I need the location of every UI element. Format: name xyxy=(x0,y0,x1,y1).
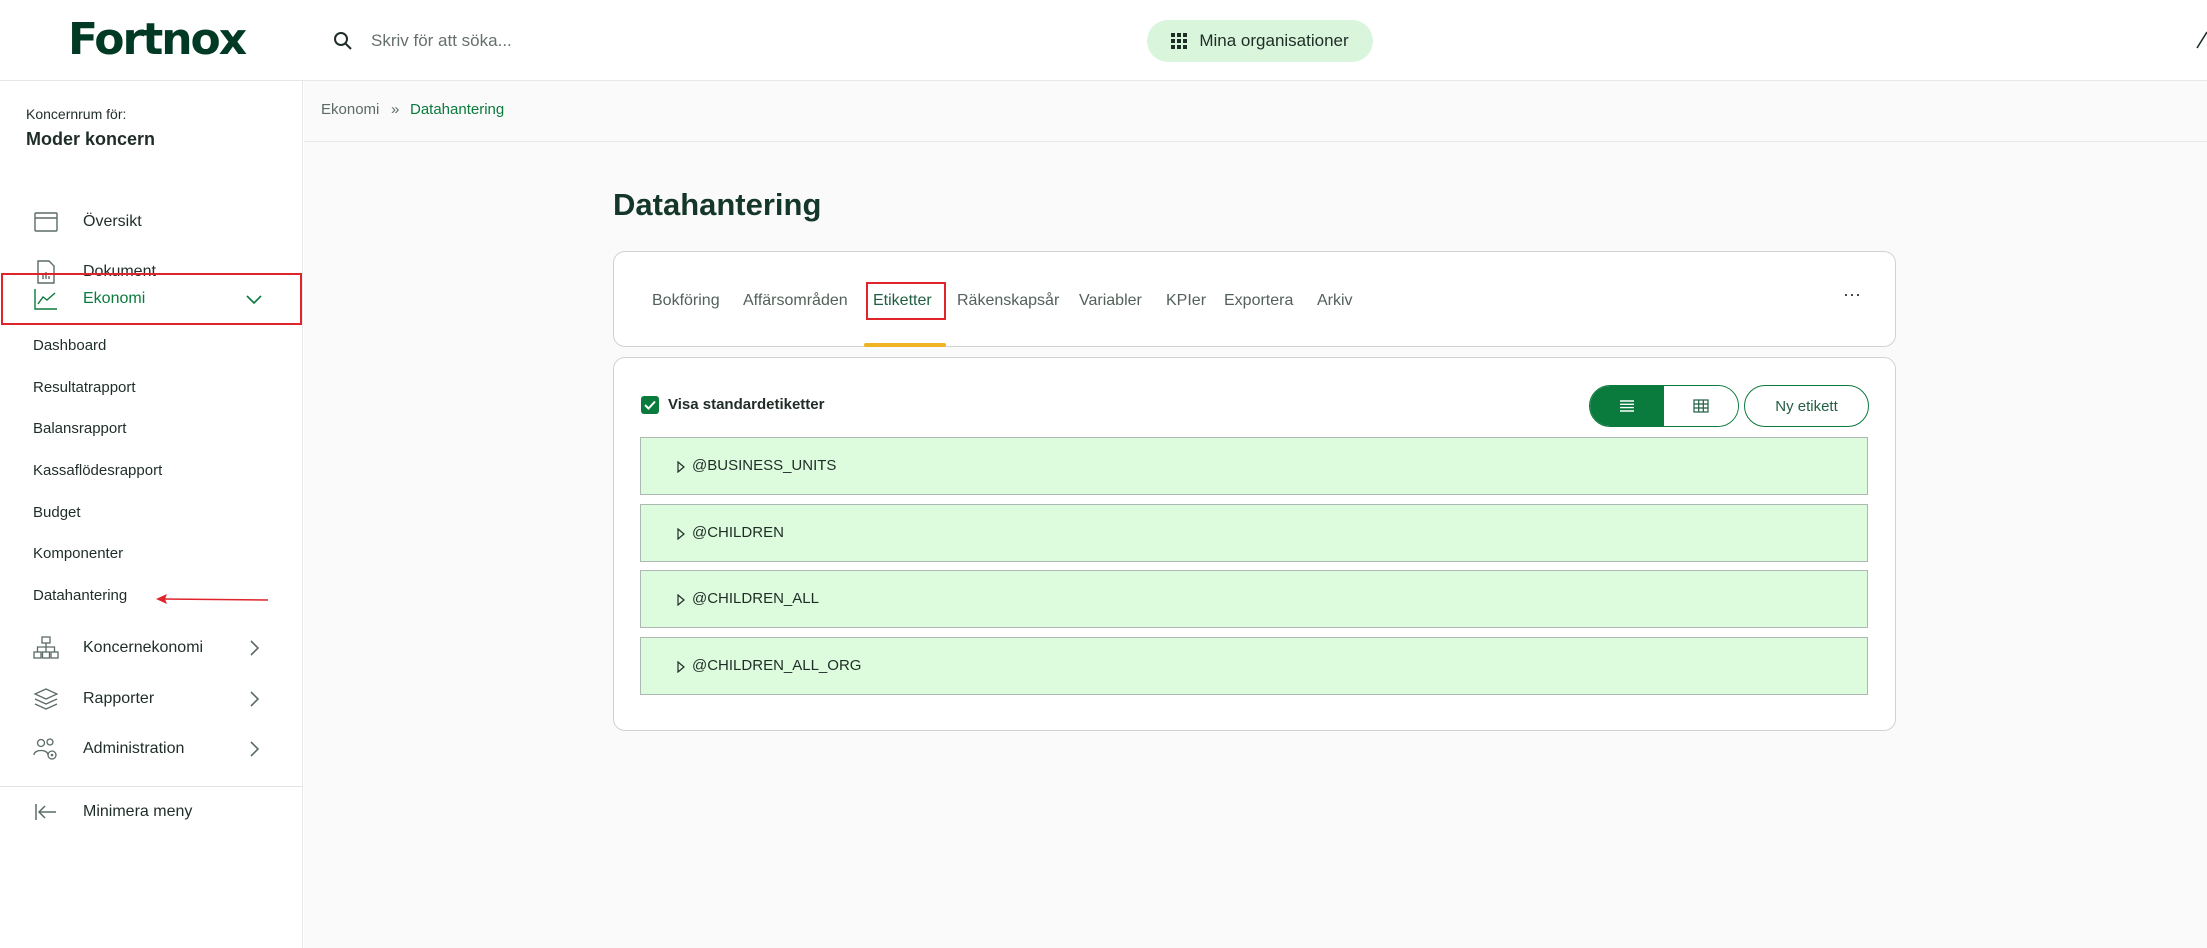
tab-exportera[interactable]: Exportera xyxy=(1224,292,1293,310)
sidebar-item-label: Koncernekonomi xyxy=(83,639,204,656)
tabs-card: Bokföring Affärsområden Etiketter Räkens… xyxy=(613,251,1896,347)
table-view-button[interactable] xyxy=(1664,386,1738,426)
tab-rakenskapsar[interactable]: Räkenskapsår xyxy=(957,292,1059,310)
sidebar-subitem-budget[interactable]: Budget xyxy=(33,504,81,521)
active-tab-indicator xyxy=(864,343,946,347)
search-icon xyxy=(334,32,352,50)
tab-variabler[interactable]: Variabler xyxy=(1079,292,1142,310)
sidebar-item-label: Ekonomi xyxy=(83,290,146,307)
breadcrumb: Ekonomi » Datahantering xyxy=(304,81,2207,142)
sidebar-item-label: Administration xyxy=(83,740,185,757)
layers-icon xyxy=(33,686,59,712)
sidebar-subitem-kassaflodesrapport[interactable]: Kassaflödesrapport xyxy=(33,462,162,479)
expand-triangle-icon xyxy=(677,594,685,606)
sidebar-divider xyxy=(0,786,303,787)
sidebar-item-ekonomi[interactable]: Ekonomi xyxy=(0,275,303,323)
breadcrumb-current: Datahantering xyxy=(410,101,505,118)
tab-bokforing[interactable]: Bokföring xyxy=(652,292,720,310)
new-label-button[interactable]: Ny etikett xyxy=(1744,385,1869,427)
sidebar-item-administration[interactable]: Administration xyxy=(0,725,303,773)
label-row-text: @CHILDREN_ALL xyxy=(692,590,819,607)
group-room-label: Koncernrum för: xyxy=(26,106,127,122)
browser-window-icon xyxy=(33,209,59,235)
chevron-right-icon xyxy=(250,691,260,707)
sidebar-subitem-dashboard[interactable]: Dashboard xyxy=(33,337,106,354)
label-row[interactable]: @CHILDREN_ALL_ORG xyxy=(640,637,1868,695)
chevron-right-icon xyxy=(250,741,260,757)
line-chart-icon xyxy=(33,286,59,312)
label-row-text: @BUSINESS_UNITS xyxy=(692,457,837,474)
more-tabs-button[interactable]: ··· xyxy=(1837,284,1867,308)
group-name: Moder koncern xyxy=(26,129,156,149)
label-row[interactable]: @BUSINESS_UNITS xyxy=(640,437,1868,495)
collapse-left-icon xyxy=(33,799,59,825)
sidebar-item-label: Översikt xyxy=(83,213,142,230)
users-settings-icon xyxy=(33,736,59,762)
main-content: Ekonomi » Datahantering Datahantering Bo… xyxy=(304,81,2207,948)
checkmark-icon xyxy=(644,400,656,410)
org-chart-icon xyxy=(33,635,59,661)
chevron-right-icon xyxy=(250,640,260,656)
my-organizations-label: Mina organisationer xyxy=(1199,31,1349,50)
expand-triangle-icon xyxy=(677,461,685,473)
sidebar-subitem-balansrapport[interactable]: Balansrapport xyxy=(33,420,126,437)
minimize-menu-label: Minimera meny xyxy=(83,803,193,820)
minimize-menu-button[interactable]: Minimera meny xyxy=(0,788,303,836)
sidebar-subitem-komponenter[interactable]: Komponenter xyxy=(33,545,123,562)
my-organizations-button[interactable]: Mina organisationer xyxy=(1147,20,1373,62)
sidebar-item-oversikt[interactable]: Översikt xyxy=(0,198,303,246)
breadcrumb-separator: » xyxy=(391,101,400,118)
sidebar-item-rapporter[interactable]: Rapporter xyxy=(0,675,303,723)
apps-grid-icon xyxy=(1171,33,1188,49)
pen-icon[interactable] xyxy=(2195,28,2207,52)
list-view-button[interactable] xyxy=(1590,386,1664,426)
labels-card: Visa standardetiketter Ny etikett @BUSIN… xyxy=(613,357,1896,731)
list-icon xyxy=(1620,400,1634,412)
view-toggle xyxy=(1589,385,1739,427)
fortnox-logo[interactable]: Fortnox xyxy=(68,14,247,65)
breadcrumb-ekonomi[interactable]: Ekonomi xyxy=(321,101,379,118)
show-standard-labels-checkbox[interactable] xyxy=(641,396,659,414)
sidebar: Koncernrum för: Moder koncern Översikt D… xyxy=(0,81,303,948)
sidebar-item-label: Rapporter xyxy=(83,690,155,707)
tab-kpier[interactable]: KPIer xyxy=(1166,292,1206,310)
tab-arkiv[interactable]: Arkiv xyxy=(1317,292,1353,310)
page-title: Datahantering xyxy=(613,187,822,222)
sidebar-subitem-datahantering[interactable]: Datahantering xyxy=(33,587,127,604)
chevron-down-icon xyxy=(246,295,262,305)
sidebar-subitem-resultatrapport[interactable]: Resultatrapport xyxy=(33,379,136,396)
top-bar: Fortnox Mina organisationer xyxy=(0,0,2207,81)
annotation-arrow-icon xyxy=(156,594,269,604)
sidebar-item-koncernekonomi[interactable]: Koncernekonomi xyxy=(0,624,303,672)
tab-affarsomraden[interactable]: Affärsområden xyxy=(743,292,848,310)
search-bar[interactable] xyxy=(333,22,833,60)
annotation-highlight-box xyxy=(866,282,946,320)
show-standard-labels-label[interactable]: Visa standardetiketter xyxy=(668,396,824,413)
label-row[interactable]: @CHILDREN xyxy=(640,504,1868,562)
expand-triangle-icon xyxy=(677,528,685,540)
search-input[interactable] xyxy=(371,31,771,51)
label-row[interactable]: @CHILDREN_ALL xyxy=(640,570,1868,628)
expand-triangle-icon xyxy=(677,661,685,673)
table-icon xyxy=(1693,399,1709,413)
label-row-text: @CHILDREN_ALL_ORG xyxy=(692,657,862,674)
label-row-text: @CHILDREN xyxy=(692,524,784,541)
